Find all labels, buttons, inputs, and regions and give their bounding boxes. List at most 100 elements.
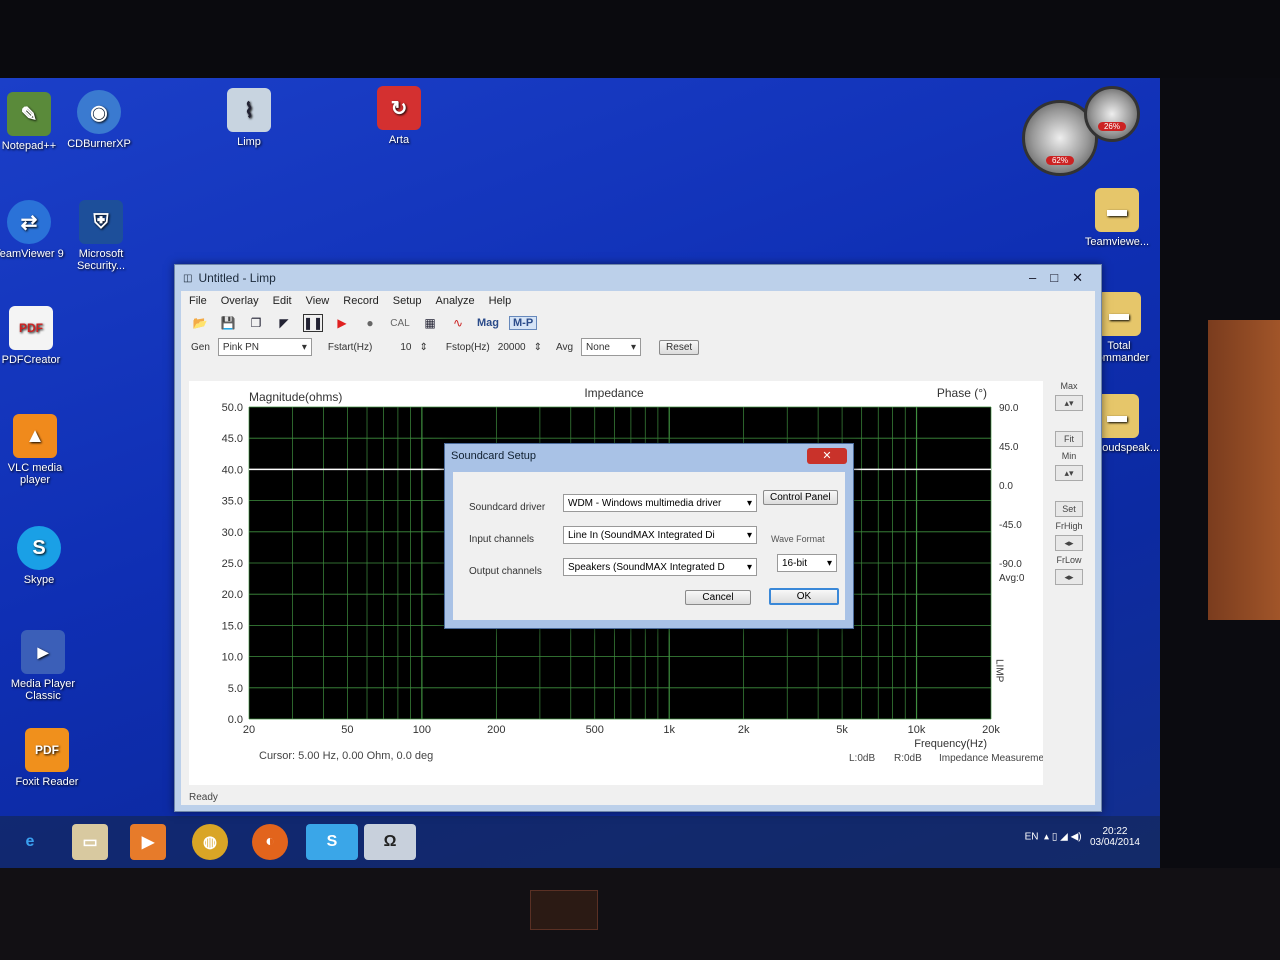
gen-select[interactable]: Pink PN ▾ <box>217 338 312 356</box>
output-channels-value: Speakers (SoundMAX Integrated D <box>568 561 725 573</box>
set-button[interactable]: Set <box>1055 501 1083 517</box>
chart-title: Impedance <box>584 386 644 400</box>
play-icon[interactable]: ▶ <box>333 315 351 331</box>
fstop-value[interactable]: 20000 <box>498 342 526 353</box>
menu-setup[interactable]: Setup <box>393 295 422 307</box>
y-tick-label: 30.0 <box>222 527 243 539</box>
save-icon[interactable]: 💾 <box>219 315 237 331</box>
firefox-icon[interactable]: ◐ <box>252 824 288 860</box>
desktop-icon-vlc[interactable]: ▲ VLC media player <box>0 414 78 486</box>
wave-format-select[interactable]: 16-bit ▾ <box>777 554 837 572</box>
clock-time[interactable]: 20:22 <box>1102 826 1127 837</box>
menu-file[interactable]: File <box>189 295 207 307</box>
x-tick-label: 20 <box>243 724 255 736</box>
background-wall <box>1208 320 1280 620</box>
reset-button[interactable]: Reset <box>659 339 700 355</box>
mp-button[interactable]: M-P <box>509 316 538 330</box>
minimize-button[interactable]: – <box>1029 270 1036 286</box>
desktop-icon-teamviewer-folder[interactable]: ▬ Teamviewe... <box>1074 188 1160 248</box>
disc-icon: ◉ <box>77 90 121 134</box>
limp-taskbar-icon[interactable]: Ω <box>364 824 416 860</box>
desktop-icon-pdfcreator[interactable]: PDF PDFCreator <box>0 306 74 366</box>
control-panel-button[interactable]: Control Panel <box>763 490 838 505</box>
fstop-spinner-icon[interactable]: ⇕ <box>534 342 542 353</box>
avg-select[interactable]: None ▾ <box>581 338 642 356</box>
desktop-icon-foxit[interactable]: PDF Foxit Reader <box>4 728 90 788</box>
menu-analyze[interactable]: Analyze <box>435 295 474 307</box>
min-spinner[interactable]: ▴▾ <box>1055 465 1083 481</box>
fit-button[interactable]: Fit <box>1055 431 1083 447</box>
ie-icon[interactable]: e <box>12 824 48 860</box>
title-bar[interactable]: ◫ Untitled - Limp – □ ✕ <box>175 265 1101 291</box>
input-channels-select[interactable]: Line In (SoundMAX Integrated Di ▾ <box>563 526 757 544</box>
y-tick-label: 35.0 <box>222 496 243 508</box>
maximize-button[interactable]: □ <box>1050 270 1058 286</box>
grid-icon[interactable]: ▦ <box>421 315 439 331</box>
driver-select[interactable]: WDM - Windows multimedia driver ▾ <box>563 494 757 512</box>
desktop-icon-skype[interactable]: S Skype <box>0 526 82 586</box>
desktop-icon-mssecurity[interactable]: ⛨ Microsoft Security... <box>58 200 144 272</box>
window-title: Untitled - Limp <box>198 271 276 285</box>
system-tray: EN ▴ ▯ ◢ ◀) 20:22 03/04/2014 <box>1024 826 1140 848</box>
avg-label: Avg <box>555 341 574 353</box>
desktop-icon-label: Notepad++ <box>1 140 57 152</box>
y-tick-label: 10.0 <box>222 652 243 664</box>
output-channels-select[interactable]: Speakers (SoundMAX Integrated D ▾ <box>563 558 757 576</box>
y-tick-label: 50.0 <box>222 402 243 414</box>
explorer-icon[interactable]: ▭ <box>72 824 108 860</box>
mag-button[interactable]: Mag <box>477 317 499 329</box>
vlc-cone-icon: ▲ <box>13 414 57 458</box>
generator-row: Gen Pink PN ▾ Fstart(Hz) 10 ⇕ Fstop(Hz) 2… <box>181 335 1095 359</box>
cursor-readout: Cursor: 5.00 Hz, 0.00 Ohm, 0.0 deg <box>259 750 433 762</box>
frlow-spinner[interactable]: ◂▸ <box>1055 569 1083 585</box>
fstart-value[interactable]: 10 <box>400 342 411 353</box>
desktop-icon-label: CDBurnerXP <box>67 138 131 150</box>
dialog-close-button[interactable]: ✕ <box>807 448 847 464</box>
clock-date[interactable]: 03/04/2014 <box>1090 837 1140 848</box>
driver-value: WDM - Windows multimedia driver <box>568 497 722 509</box>
close-button[interactable]: ✕ <box>1072 270 1083 286</box>
y2-tick-label: 90.0 <box>999 403 1019 414</box>
menu-record[interactable]: Record <box>343 295 378 307</box>
level-left-readout: L:0dB <box>849 753 875 764</box>
gen-label: Gen <box>191 341 210 353</box>
wave-format-label: Wave Format <box>771 534 825 544</box>
folder-icon: ▬ <box>1097 292 1141 336</box>
skype-taskbar-icon[interactable]: S <box>306 824 358 860</box>
fstart-spinner-icon[interactable]: ⇕ <box>419 342 427 353</box>
cursor-icon[interactable]: ◤ <box>275 315 293 331</box>
toolbar: 📂 💾 ❐ ◤ ❚❚ ▶ ● CAL ▦ ∿ Mag M-P <box>181 311 1095 335</box>
menu-help[interactable]: Help <box>489 295 512 307</box>
desktop-icon-label: PDFCreator <box>1 354 61 366</box>
menu-bar: File Overlay Edit View Record Setup Anal… <box>181 291 1095 311</box>
record-icon[interactable]: ● <box>361 315 379 331</box>
menu-overlay[interactable]: Overlay <box>221 295 259 307</box>
menu-view[interactable]: View <box>306 295 330 307</box>
taskbar: e ▭ ▶ ◍ ◐ S Ω EN ▴ ▯ ◢ ◀) 20:22 03/04/20… <box>0 816 1160 868</box>
cancel-button[interactable]: Cancel <box>685 590 751 605</box>
cal-button[interactable]: CAL <box>389 315 411 331</box>
y-tick-label: 15.0 <box>222 620 243 632</box>
x-tick-label: 100 <box>413 724 431 736</box>
open-folder-icon[interactable]: 📂 <box>191 315 209 331</box>
desktop-icon-label: Foxit Reader <box>15 776 79 788</box>
waveform-icon[interactable]: ∿ <box>449 315 467 331</box>
input-channels-label: Input channels <box>469 534 535 545</box>
desktop-icon-limp[interactable]: ⌇ Limp <box>206 88 292 148</box>
menu-edit[interactable]: Edit <box>273 295 292 307</box>
chrome-icon[interactable]: ◍ <box>192 824 228 860</box>
pause-icon[interactable]: ❚❚ <box>303 314 323 332</box>
language-indicator[interactable]: EN <box>1025 832 1039 843</box>
frhigh-spinner[interactable]: ◂▸ <box>1055 535 1083 551</box>
media-player-taskbar-icon[interactable]: ▶ <box>130 824 166 860</box>
y-tick-label: 0.0 <box>228 714 243 726</box>
desktop-icon-cdburner[interactable]: ◉ CDBurnerXP <box>56 90 142 150</box>
copy-icon[interactable]: ❐ <box>247 315 265 331</box>
ok-button[interactable]: OK <box>769 588 839 605</box>
x-tick-label: 200 <box>487 724 505 736</box>
max-spinner[interactable]: ▴▾ <box>1055 395 1083 411</box>
desktop-icon-arta[interactable]: ↻ Arta <box>356 86 442 146</box>
y-tick-label: 25.0 <box>222 558 243 570</box>
dialog-title-bar[interactable]: Soundcard Setup ✕ <box>445 444 853 468</box>
desktop-icon-mpc[interactable]: ▶ Media Player Classic <box>0 630 86 702</box>
